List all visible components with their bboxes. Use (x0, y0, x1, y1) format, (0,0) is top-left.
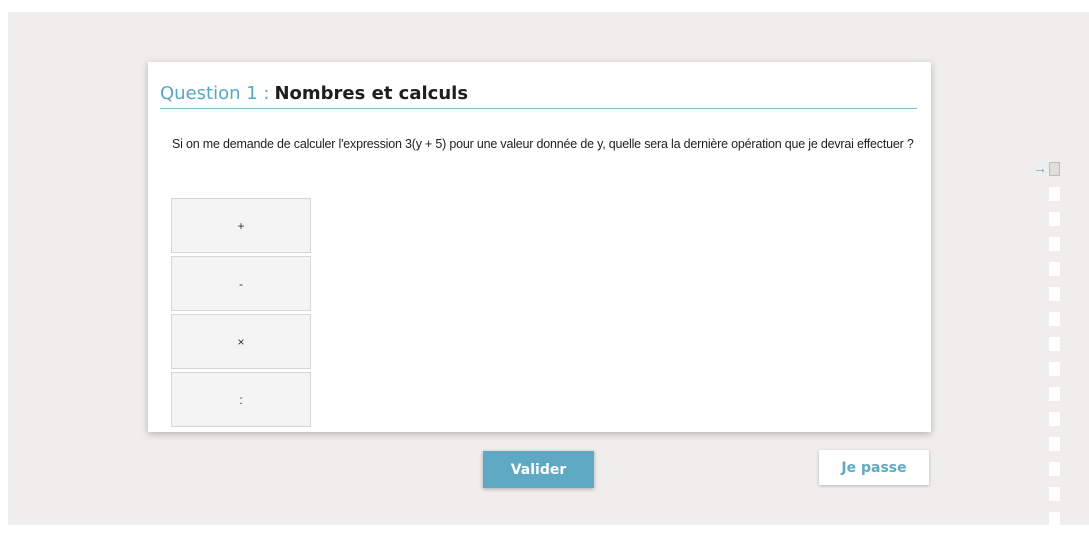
progress-step-8[interactable] (1049, 337, 1060, 351)
current-question-arrow-icon: → (1033, 160, 1047, 176)
progress-step-2[interactable] (1049, 187, 1060, 201)
progress-step-13[interactable] (1049, 462, 1060, 476)
question-progress (1049, 162, 1062, 537)
progress-step-6[interactable] (1049, 287, 1060, 301)
answer-list: + - × : (171, 198, 311, 430)
question-category: Nombres et calculs (274, 82, 469, 104)
question-number: Question 1 : (160, 82, 270, 104)
progress-step-5[interactable] (1049, 262, 1060, 276)
progress-step-10[interactable] (1049, 387, 1060, 401)
progress-step-11[interactable] (1049, 412, 1060, 426)
progress-step-3[interactable] (1049, 212, 1060, 226)
question-header: Question 1 : Nombres et calculs (160, 78, 917, 109)
answer-option-plus[interactable]: + (171, 198, 311, 253)
skip-button[interactable]: Je passe (819, 450, 929, 485)
progress-step-15[interactable] (1049, 512, 1060, 526)
progress-step-9[interactable] (1049, 362, 1060, 376)
progress-step-14[interactable] (1049, 487, 1060, 501)
answer-option-minus[interactable]: - (171, 256, 311, 311)
question-card: Question 1 : Nombres et calculs Si on me… (148, 62, 931, 432)
progress-step-1[interactable] (1049, 162, 1060, 176)
progress-step-12[interactable] (1049, 437, 1060, 451)
question-text: Si on me demande de calculer l'expressio… (172, 137, 914, 151)
answer-option-divide[interactable]: : (171, 372, 311, 427)
progress-step-4[interactable] (1049, 237, 1060, 251)
validate-button[interactable]: Valider (483, 451, 594, 488)
progress-step-7[interactable] (1049, 312, 1060, 326)
answer-option-times[interactable]: × (171, 314, 311, 369)
